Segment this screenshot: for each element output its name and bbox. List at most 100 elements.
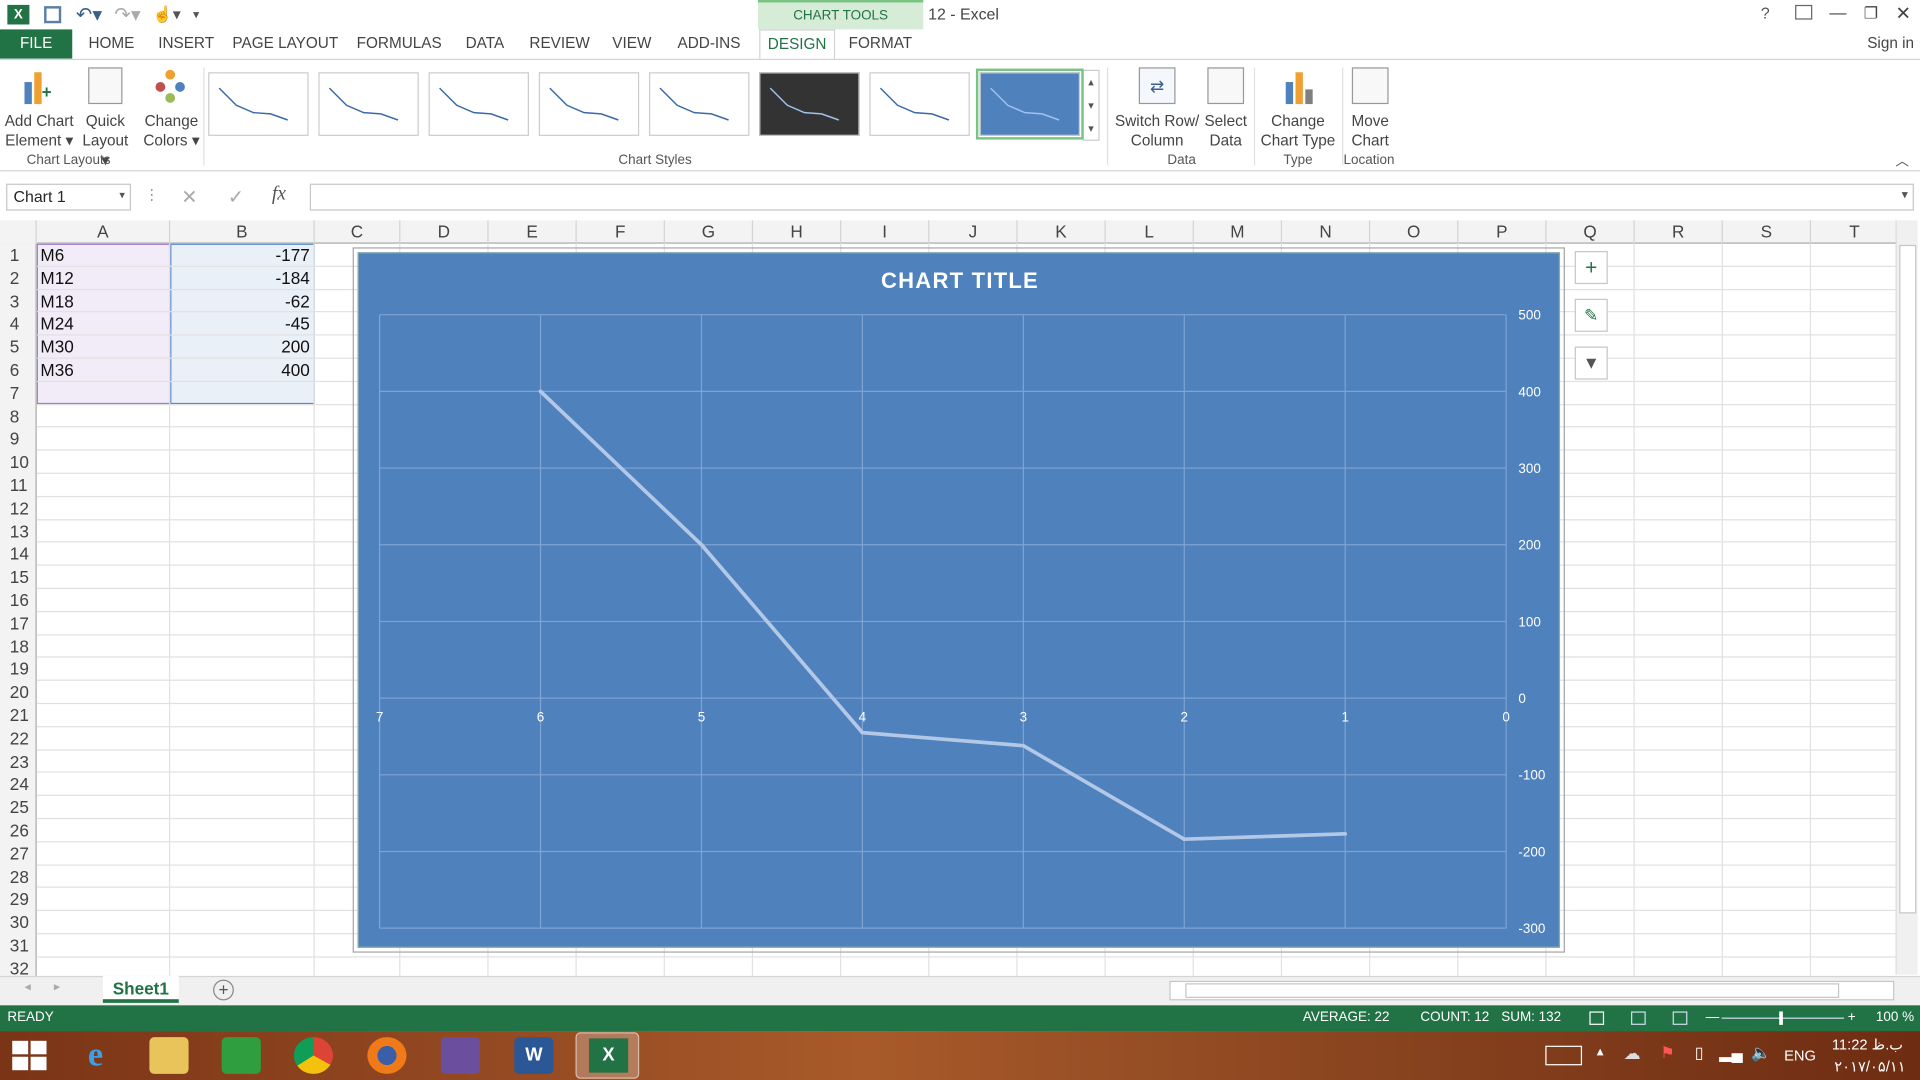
column-header-m[interactable]: M <box>1194 220 1283 244</box>
row-header-11[interactable]: 11 <box>0 474 37 497</box>
cell-b6[interactable]: 400 <box>171 360 310 380</box>
column-header-i[interactable]: I <box>841 220 930 244</box>
cell-a3[interactable]: M18 <box>40 291 73 311</box>
touch-mode-icon[interactable]: ☝▾ <box>153 5 181 25</box>
tab-add-ins[interactable]: ADD-INS <box>666 29 752 58</box>
column-header-o[interactable]: O <box>1370 220 1459 244</box>
row-header-21[interactable]: 21 <box>0 704 37 727</box>
cell-a1[interactable]: M6 <box>40 245 64 265</box>
row-header-15[interactable]: 15 <box>0 566 37 589</box>
row-header-7[interactable]: 7 <box>0 382 37 405</box>
column-header-n[interactable]: N <box>1282 220 1371 244</box>
redo-icon[interactable]: ↷▾ <box>114 2 140 26</box>
row-header-12[interactable]: 12 <box>0 497 37 520</box>
row-header-16[interactable]: 16 <box>0 589 37 612</box>
zoom-level[interactable]: 100 % <box>1876 1005 1914 1031</box>
cell-a4[interactable]: M24 <box>40 314 73 334</box>
cell-b3[interactable]: -62 <box>171 291 310 311</box>
minimize-icon[interactable]: — <box>1829 2 1846 22</box>
row-header-23[interactable]: 23 <box>0 750 37 773</box>
row-header-31[interactable]: 31 <box>0 934 37 957</box>
action-center-icon[interactable]: ⚑ <box>1660 1043 1674 1063</box>
column-header-p[interactable]: P <box>1458 220 1547 244</box>
row-header-22[interactable]: 22 <box>0 727 37 750</box>
windows-start-icon[interactable] <box>12 1040 47 1071</box>
row-header-2[interactable]: 2 <box>0 267 37 290</box>
column-header-c[interactable]: C <box>315 220 401 244</box>
chart-style-7[interactable] <box>869 72 970 136</box>
cell-a5[interactable]: M30 <box>40 337 73 357</box>
keyboard-icon[interactable] <box>1545 1045 1583 1066</box>
language-indicator[interactable]: ENG <box>1784 1047 1816 1064</box>
chart-style-3[interactable] <box>428 72 529 136</box>
customize-qat-icon[interactable]: ▾ <box>193 8 199 21</box>
tab-design[interactable]: DESIGN <box>759 29 836 61</box>
gallery-scroll[interactable]: ▴ ▾ ▾ <box>1082 69 1100 141</box>
change-chart-type-button[interactable]: Change Chart Type <box>1256 67 1339 150</box>
sign-in-link[interactable]: Sign in <box>1861 29 1920 58</box>
add-chart-element-button[interactable]: + Add Chart Element ▾ <box>2 67 75 150</box>
chart-styles-brush-icon[interactable]: ✎ <box>1574 298 1608 332</box>
row-header-30[interactable]: 30 <box>0 911 37 934</box>
chrome-icon[interactable] <box>293 1037 334 1074</box>
row-header-26[interactable]: 26 <box>0 819 37 842</box>
zoom-out-icon[interactable]: — <box>1706 1005 1719 1031</box>
change-colors-button[interactable]: Change Colors ▾ <box>142 67 201 150</box>
next-sheet-icon[interactable]: ▸ <box>54 981 60 994</box>
tab-formulas[interactable]: FORMULAS <box>350 29 448 58</box>
row-header-18[interactable]: 18 <box>0 635 37 658</box>
select-data-button[interactable]: Select Data <box>1202 67 1249 150</box>
file-explorer-icon[interactable] <box>149 1037 189 1074</box>
column-header-f[interactable]: F <box>577 220 665 244</box>
volume-icon[interactable]: 🔈 <box>1751 1043 1771 1063</box>
signal-icon[interactable]: ▂▄ <box>1719 1043 1743 1063</box>
vertical-scrollbar[interactable] <box>1895 220 1918 975</box>
tab-review[interactable]: REVIEW <box>522 29 598 58</box>
cell-b2[interactable]: -184 <box>171 268 309 288</box>
insert-function-icon[interactable]: fx <box>272 184 286 206</box>
column-header-b[interactable]: B <box>170 220 315 244</box>
ribbon-display-options-icon[interactable] <box>1795 4 1813 20</box>
chart-style-1[interactable] <box>208 72 309 136</box>
collapse-ribbon-icon[interactable]: ︿ <box>1896 151 1909 171</box>
row-header-17[interactable]: 17 <box>0 612 37 635</box>
row-header-10[interactable]: 10 <box>0 451 37 474</box>
name-box[interactable]: Chart 1 ▾ <box>6 183 132 211</box>
vertical-scroll-thumb[interactable] <box>1899 244 1917 914</box>
column-header-q[interactable]: Q <box>1547 220 1635 244</box>
column-header-t[interactable]: T <box>1811 220 1900 244</box>
excel-taskbar-active[interactable]: X <box>575 1032 640 1079</box>
restore-icon[interactable]: ❐ <box>1864 4 1878 24</box>
column-header-g[interactable]: G <box>665 220 754 244</box>
zoom-in-icon[interactable]: + <box>1848 1005 1856 1031</box>
new-sheet-icon[interactable]: + <box>213 979 234 1001</box>
show-hidden-icons[interactable]: ▴ <box>1597 1043 1604 1059</box>
chart-filters-icon[interactable]: ▼ <box>1574 346 1608 380</box>
cancel-icon[interactable]: ✕ <box>181 185 197 209</box>
chart-style-4[interactable] <box>538 72 640 136</box>
row-header-14[interactable]: 14 <box>0 543 37 566</box>
tab-page-layout[interactable]: PAGE LAYOUT <box>228 29 343 58</box>
row-header-4[interactable]: 4 <box>0 313 37 336</box>
clock-date[interactable]: ۲۰۱۷/۰۵/۱۱ <box>1834 1058 1905 1075</box>
row-header-3[interactable]: 3 <box>0 290 37 313</box>
column-header-l[interactable]: L <box>1106 220 1194 244</box>
select-all-corner[interactable] <box>0 220 37 244</box>
cell-b5[interactable]: 200 <box>171 337 310 357</box>
word-icon[interactable]: W <box>514 1037 554 1074</box>
row-header-6[interactable]: 6 <box>0 359 37 382</box>
chart-style-5[interactable] <box>648 72 750 136</box>
visual-studio-icon[interactable] <box>440 1037 481 1074</box>
row-header-24[interactable]: 24 <box>0 773 37 796</box>
network-tray-icon[interactable]: ☁ <box>1624 1043 1641 1064</box>
column-header-a[interactable]: A <box>37 220 171 244</box>
column-header-s[interactable]: S <box>1723 220 1812 244</box>
row-header-28[interactable]: 28 <box>0 865 37 888</box>
column-header-j[interactable]: J <box>929 220 1018 244</box>
save-icon[interactable] <box>44 6 62 24</box>
row-header-19[interactable]: 19 <box>0 658 37 681</box>
row-header-8[interactable]: 8 <box>0 405 37 428</box>
row-header-13[interactable]: 13 <box>0 520 37 543</box>
row-header-20[interactable]: 20 <box>0 681 37 704</box>
firefox-icon[interactable] <box>367 1037 407 1074</box>
